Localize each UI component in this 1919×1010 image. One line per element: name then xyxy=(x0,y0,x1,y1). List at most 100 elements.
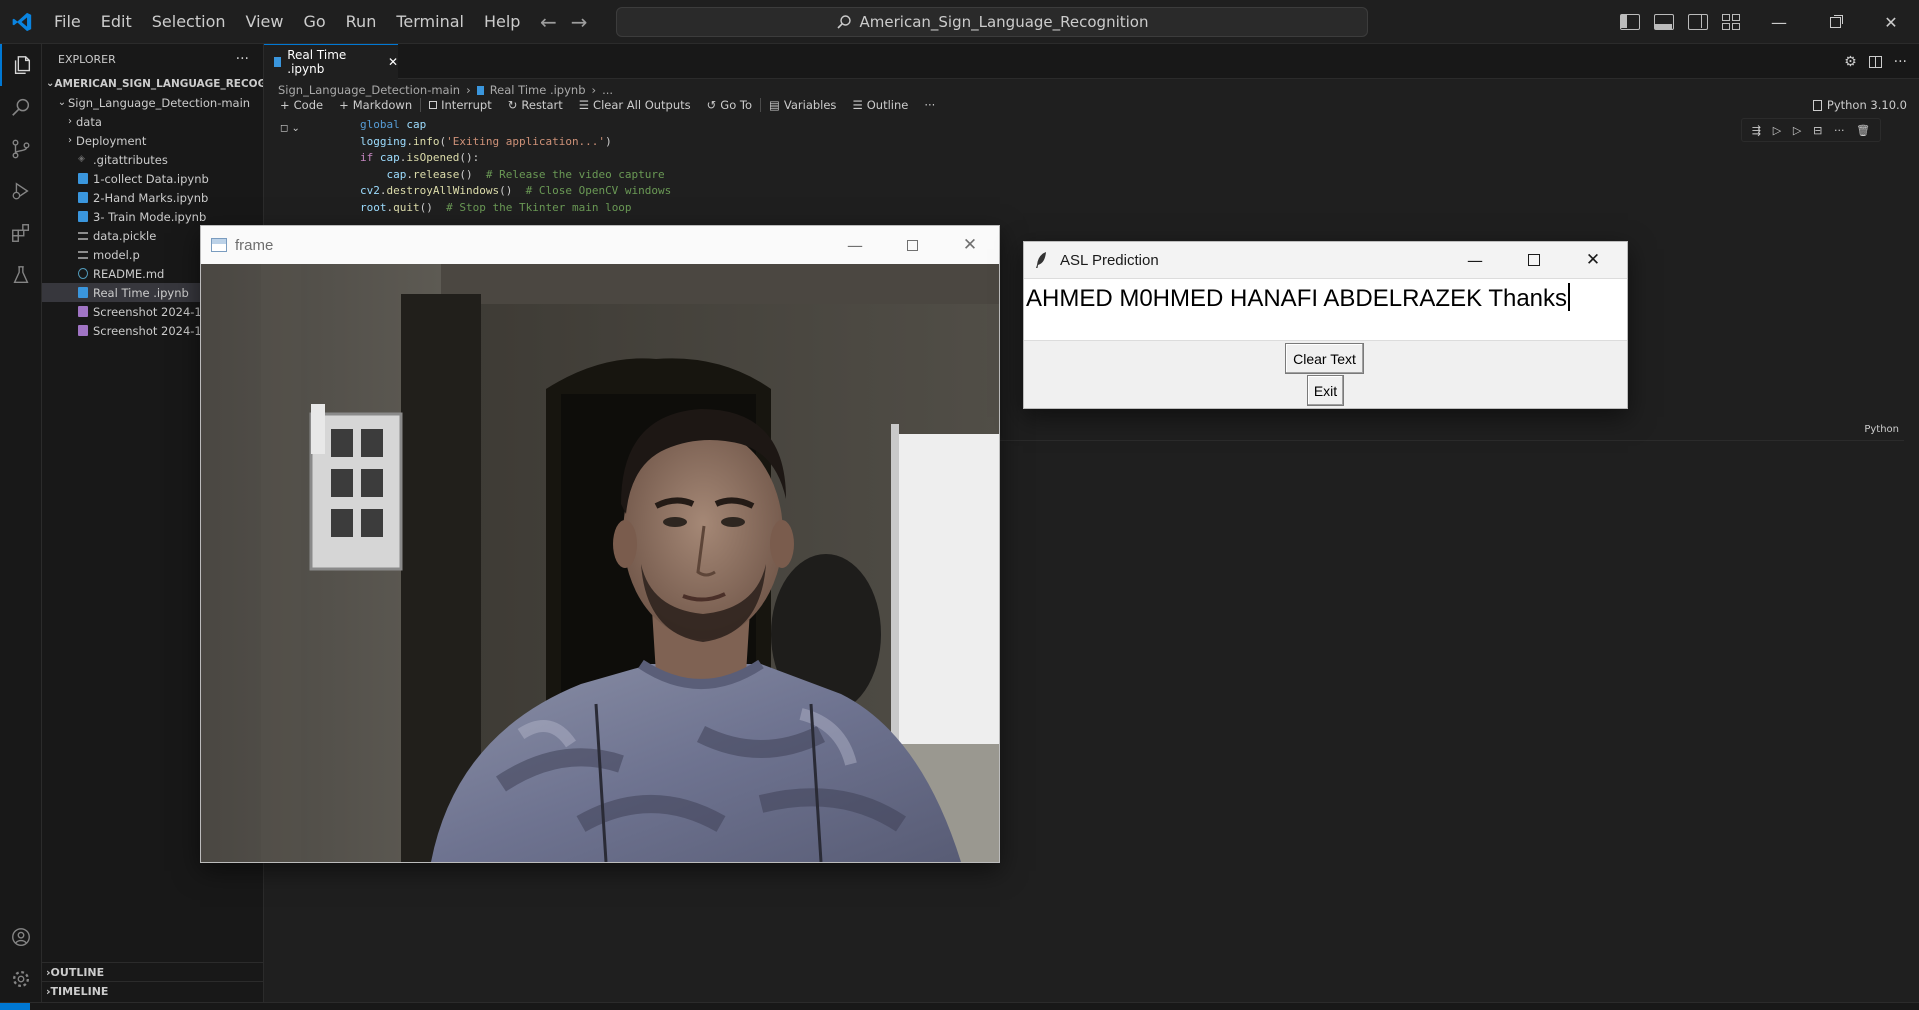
file-lines-icon xyxy=(78,231,88,240)
tree-item-label: Deployment xyxy=(76,133,147,148)
cell-collapse-icon[interactable]: ◻ ⌄ xyxy=(280,123,300,134)
add-code-cell-button[interactable]: + Code xyxy=(272,98,331,112)
accounts-icon[interactable] xyxy=(0,916,42,958)
extensions-icon[interactable] xyxy=(0,212,42,254)
menu-terminal[interactable]: Terminal xyxy=(386,0,474,44)
clear-text-button[interactable]: Clear Text xyxy=(1285,343,1364,374)
tree-item-hand-marks[interactable]: 2-Hand Marks.ipynb xyxy=(42,188,263,207)
menu-file[interactable]: File xyxy=(44,0,91,44)
plus-icon: + xyxy=(339,98,349,112)
delete-cell-icon[interactable]: 🗑 xyxy=(1856,124,1870,137)
go-to-icon: ↺ xyxy=(706,98,717,112)
menu-view[interactable]: View xyxy=(236,0,294,44)
close-icon[interactable]: ✕ xyxy=(1863,0,1919,44)
toggle-secondary-sidebar-icon[interactable] xyxy=(1688,14,1708,30)
text-cursor xyxy=(1568,283,1571,311)
folder-sign-language-detection[interactable]: ⌄ Sign_Language_Detection-main xyxy=(42,93,263,112)
tree-item-train-mode[interactable]: 3- Train Mode.ipynb xyxy=(42,207,263,226)
maximize-icon[interactable] xyxy=(883,226,941,264)
tree-item-gitattributes[interactable]: ◈ .gitattributes xyxy=(42,150,263,169)
title-bar: File Edit Selection View Go Run Terminal… xyxy=(0,0,1919,44)
kernel-picker[interactable]: Python 3.10.0 xyxy=(1812,94,1907,116)
run-debug-icon[interactable] xyxy=(0,170,42,212)
frame-title-bar[interactable]: frame — ✕ xyxy=(201,226,999,264)
command-center-search[interactable]: American_Sign_Language_Recognition xyxy=(616,7,1368,37)
outline-section[interactable]: › OUTLINE xyxy=(42,962,264,981)
clear-label: Clear All Outputs xyxy=(593,98,691,112)
restart-icon: ↻ xyxy=(507,98,518,112)
tab-real-time-notebook[interactable]: Real Time .ipynb ✕ xyxy=(264,44,398,79)
restore-icon[interactable] xyxy=(1807,0,1863,44)
tree-item-data[interactable]: › data xyxy=(42,112,263,131)
goto-label: Go To xyxy=(720,98,752,112)
tree-item-label: 2-Hand Marks.ipynb xyxy=(93,190,209,205)
search-icon[interactable] xyxy=(0,86,42,128)
testing-flask-icon[interactable] xyxy=(0,254,42,296)
minimize-icon[interactable]: — xyxy=(1446,242,1504,278)
menu-edit[interactable]: Edit xyxy=(91,0,142,44)
asl-window-title: ASL Prediction xyxy=(1060,251,1159,269)
notebook-file-icon xyxy=(78,192,88,203)
prediction-text-area[interactable]: AHMED M0HMED HANAFI ABDELRAZEK Thanks xyxy=(1024,278,1627,341)
more-actions-icon[interactable]: ··· xyxy=(236,51,249,67)
minimize-icon[interactable]: — xyxy=(1751,0,1807,44)
close-tab-icon[interactable]: ✕ xyxy=(388,55,398,69)
close-icon[interactable]: ✕ xyxy=(1564,242,1622,278)
window-controls: — ✕ xyxy=(1751,0,1919,44)
source-control-icon[interactable] xyxy=(0,128,42,170)
clear-outputs-button[interactable]: ☰ Clear All Outputs xyxy=(571,98,699,112)
explorer-title: EXPLORER xyxy=(58,52,116,66)
run-by-line-icon[interactable]: ⇶ xyxy=(1752,124,1761,137)
kernel-icon xyxy=(1812,99,1822,111)
remote-indicator[interactable] xyxy=(0,1003,30,1010)
split-cell-icon[interactable]: ⊟ xyxy=(1813,124,1822,137)
timeline-section[interactable]: › TIMELINE xyxy=(42,981,264,1000)
toggle-primary-sidebar-icon[interactable] xyxy=(1620,14,1640,30)
menu-run[interactable]: Run xyxy=(336,0,387,44)
cell-language[interactable]: Python xyxy=(1864,424,1899,435)
go-to-button[interactable]: ↺ Go To xyxy=(699,98,760,112)
chevron-right-icon: › xyxy=(68,116,72,127)
tree-item-label: data.pickle xyxy=(93,228,157,243)
toggle-panel-icon[interactable] xyxy=(1654,14,1674,30)
more-actions-icon[interactable]: ··· xyxy=(1834,124,1845,137)
timeline-label: TIMELINE xyxy=(50,984,109,998)
execute-above-icon[interactable]: ▷ xyxy=(1773,124,1781,137)
restart-button[interactable]: ↻ Restart xyxy=(500,98,571,112)
workspace-root[interactable]: ⌄ AMERICAN_SIGN_LANGUAGE_RECOGNITION xyxy=(42,74,263,93)
variables-icon: ▤ xyxy=(769,98,780,112)
more-actions-icon[interactable]: ··· xyxy=(1894,54,1907,70)
more-actions-icon[interactable]: ··· xyxy=(916,98,943,112)
code-editor[interactable]: global cap logging.info('Exiting applica… xyxy=(360,117,671,216)
tree-item-collect-data[interactable]: 1-collect Data.ipynb xyxy=(42,169,263,188)
asl-title-bar[interactable]: ASL Prediction — ✕ xyxy=(1024,242,1627,278)
add-markdown-cell-button[interactable]: + Markdown xyxy=(331,98,420,112)
variables-button[interactable]: ▤ Variables xyxy=(761,98,844,112)
explorer-icon[interactable] xyxy=(0,44,42,86)
maximize-icon[interactable] xyxy=(1505,242,1563,278)
gear-icon[interactable]: ⚙ xyxy=(1844,54,1857,70)
prediction-text: AHMED M0HMED HANAFI ABDELRAZEK Thanks xyxy=(1026,285,1568,312)
forward-arrow-icon[interactable]: → xyxy=(571,10,588,34)
variables-label: Variables xyxy=(783,98,837,112)
close-icon[interactable]: ✕ xyxy=(941,226,999,264)
menu-go[interactable]: Go xyxy=(293,0,335,44)
back-arrow-icon[interactable]: ← xyxy=(540,10,557,34)
notebook-file-icon xyxy=(78,173,88,184)
outline-button[interactable]: ☰ Outline xyxy=(844,98,916,112)
frame-window-title: frame xyxy=(235,236,274,254)
split-editor-icon[interactable] xyxy=(1868,55,1882,68)
tree-item-deployment[interactable]: › Deployment xyxy=(42,131,263,150)
execute-below-icon[interactable]: ▷ xyxy=(1793,124,1801,137)
tree-item-label: model.p xyxy=(93,247,140,262)
menu-help[interactable]: Help xyxy=(474,0,530,44)
notebook-file-icon xyxy=(78,211,88,222)
settings-gear-icon[interactable] xyxy=(0,958,42,1000)
menu-selection[interactable]: Selection xyxy=(142,0,236,44)
minimize-icon[interactable]: — xyxy=(826,226,884,264)
interrupt-button[interactable]: Interrupt xyxy=(421,98,500,112)
customize-layout-icon[interactable] xyxy=(1722,14,1740,30)
stop-icon xyxy=(429,101,438,109)
exit-button[interactable]: Exit xyxy=(1307,375,1344,406)
tk-feather-icon xyxy=(1036,252,1046,268)
